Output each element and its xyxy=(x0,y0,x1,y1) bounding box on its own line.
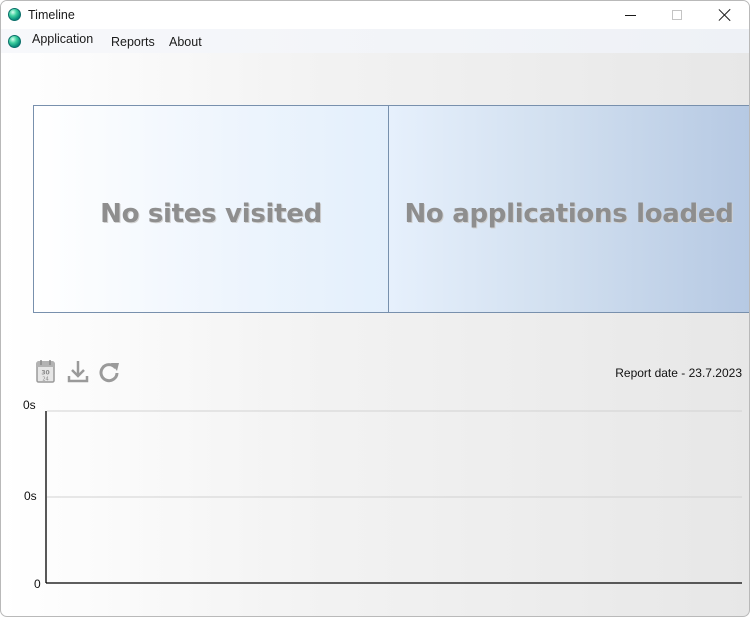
menu-reports[interactable]: Reports xyxy=(111,35,155,49)
refresh-icon xyxy=(99,363,119,383)
close-icon xyxy=(718,8,732,22)
calendar-button[interactable]: 30 24 xyxy=(34,359,58,385)
y-tick-label-bottom: 0 xyxy=(34,577,41,591)
download-icon xyxy=(67,361,89,383)
sites-panel[interactable]: No sites visited xyxy=(33,105,389,313)
y-tick-label-middle: 0s xyxy=(24,489,37,503)
calendar-icon: 30 24 xyxy=(36,360,55,383)
menu-application[interactable]: Application xyxy=(32,32,93,46)
report-date: Report date - 23.7.2023 xyxy=(615,366,742,380)
close-button[interactable] xyxy=(701,1,749,29)
window-title: Timeline xyxy=(28,8,75,22)
maximize-icon xyxy=(672,10,682,20)
app-window: Timeline Application Reports About No si… xyxy=(0,0,750,617)
svg-text:30: 30 xyxy=(41,370,49,377)
menu-bar: Application Reports About xyxy=(1,29,749,53)
menu-about[interactable]: About xyxy=(169,35,202,49)
applications-panel[interactable]: No applications loaded xyxy=(388,105,749,313)
svg-text:24: 24 xyxy=(42,377,48,383)
menu-globe-icon xyxy=(8,35,21,48)
maximize-button[interactable] xyxy=(653,1,701,29)
minimize-button[interactable] xyxy=(606,1,654,29)
title-bar[interactable]: Timeline xyxy=(1,1,749,29)
refresh-button[interactable] xyxy=(97,359,121,385)
app-globe-icon xyxy=(8,8,21,21)
minimize-icon xyxy=(624,14,636,16)
download-button[interactable] xyxy=(66,359,90,385)
activity-chart: 0s 0s 0 xyxy=(23,398,742,591)
apps-empty-message: No applications loaded xyxy=(404,199,734,229)
sites-empty-message: No sites visited xyxy=(100,199,322,229)
y-tick-label-top: 0s xyxy=(23,398,36,412)
